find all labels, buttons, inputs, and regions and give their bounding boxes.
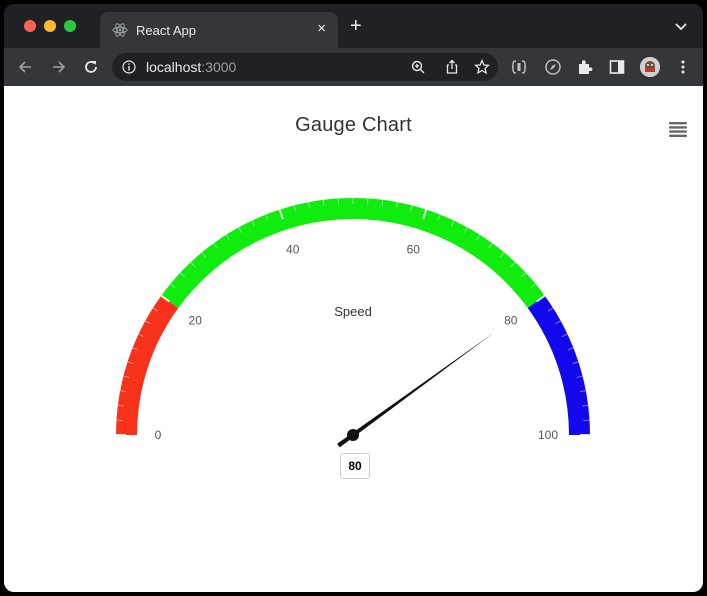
side-panel-icon[interactable] [608,58,626,76]
gauge-tick-label: 60 [407,243,421,257]
bookmark-star-icon[interactable] [474,59,490,75]
minimize-window-button[interactable] [44,20,56,32]
back-arrow-icon[interactable] [16,58,34,76]
extension-code-icon[interactable] [510,58,528,76]
gauge-band-1 [161,198,545,309]
reload-icon[interactable] [82,58,100,76]
profile-avatar[interactable] [640,57,660,77]
kebab-menu-icon[interactable] [674,58,692,76]
gauge-pivot [347,429,359,441]
browser-toolbar: localhost:3000 [4,48,703,86]
tab-react-app[interactable]: React App × [100,12,338,48]
tab-close-button[interactable]: × [317,21,326,37]
share-icon[interactable] [444,59,460,75]
info-icon[interactable] [122,60,136,74]
url-host: localhost [146,59,202,75]
tab-title: React App [136,23,196,38]
address-bar[interactable]: localhost:3000 [112,53,498,81]
gauge-tick-label: 80 [504,313,518,327]
gauge-pane-label: Speed [334,304,372,319]
react-logo-icon [112,23,128,37]
gauge-band-2 [527,295,590,435]
new-tab-button[interactable]: + [350,16,362,36]
puzzle-extensions-icon[interactable] [576,58,594,76]
close-window-button[interactable] [24,20,36,32]
gauge-tick-label: 100 [538,428,558,442]
url-port: :3000 [201,59,237,75]
tab-strip: React App × + [4,4,703,48]
gauge-needle [337,332,495,448]
page-content: Gauge Chart 0 20 40 60 80 100 Speed 80 [4,86,703,592]
profile-avatar-icon [640,57,660,77]
gauge-value-label: 80 [340,453,370,479]
zoom-window-button[interactable] [64,20,76,32]
compass-extension-icon[interactable] [544,58,562,76]
gauge-tick-label: 20 [189,313,203,327]
url-text: localhost:3000 [146,59,236,75]
chevron-down-icon[interactable] [673,18,689,34]
browser-window: React App × + localhost:3000 Gauge Chart… [4,4,703,592]
gauge-chart: 0 20 40 60 80 100 Speed [116,198,590,448]
gauge-tick-label: 0 [155,428,162,442]
zoom-icon[interactable] [410,59,426,75]
forward-arrow-icon[interactable] [50,58,68,76]
gauge-band-0 [116,295,179,435]
gauge-tick-label: 40 [286,243,300,257]
